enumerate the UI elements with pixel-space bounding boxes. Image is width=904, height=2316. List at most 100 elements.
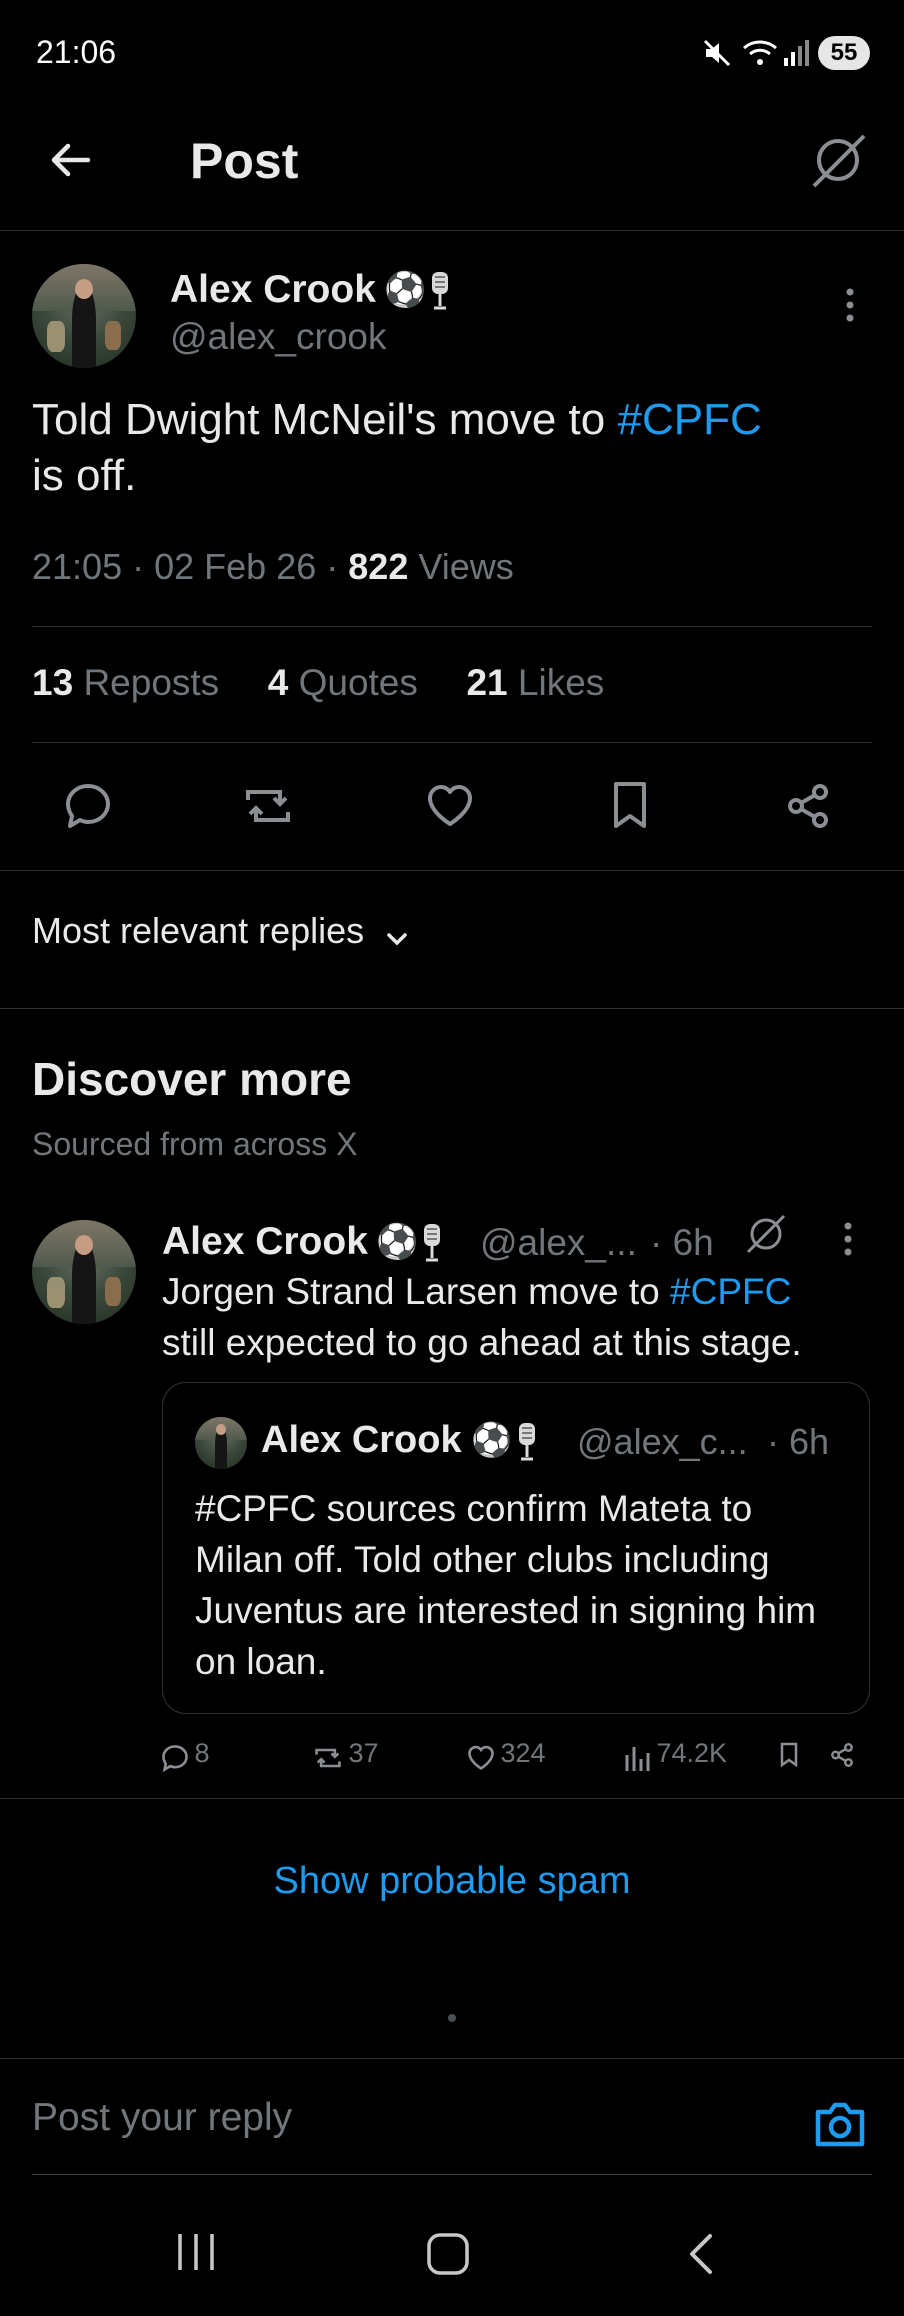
post-time: 21:05 [32, 546, 123, 587]
reply-bookmark-button[interactable] [776, 1740, 802, 1770]
show-spam-button[interactable]: Show probable spam [0, 1860, 904, 1903]
reply-like-button[interactable]: 324 [466, 1738, 546, 1773]
reply-replies-count: 8 [194, 1738, 210, 1768]
repost-icon [312, 1743, 344, 1773]
reposts-label: Reposts [83, 662, 220, 703]
reply-replies-button[interactable]: 8 [160, 1738, 209, 1773]
reply-input[interactable]: Post your reply [32, 2096, 292, 2139]
loading-dot [448, 2014, 456, 2022]
reply-reposts-count: 37 [348, 1738, 379, 1768]
chevron-down-icon [383, 925, 411, 953]
top-app-bar: Post [0, 110, 904, 230]
post-author[interactable]: Alex Crook ⚽ @alex_crook [32, 264, 792, 374]
header-divider [0, 230, 904, 231]
reply-age: · 6h [650, 1222, 714, 1263]
reply-more-button[interactable] [834, 1220, 862, 1260]
avatar[interactable] [32, 264, 136, 368]
show-spam-label: Show probable spam [273, 1860, 631, 1902]
back-arrow-icon [46, 136, 94, 184]
author-name[interactable]: Alex Crook [170, 268, 376, 312]
reposts-stat[interactable]: 13 Reposts [32, 662, 219, 703]
page-title: Post [190, 133, 299, 189]
reply-composer[interactable]: Post your reply [32, 2096, 782, 2156]
reply-views-button[interactable]: 74.2K [624, 1738, 727, 1773]
like-button[interactable] [424, 780, 476, 832]
home-icon [426, 2232, 470, 2276]
repost-button[interactable] [240, 780, 296, 832]
likes-count: 21 [466, 662, 508, 703]
more-vertical-icon [834, 1220, 862, 1260]
reply-hashtag-link[interactable]: #CPFC [670, 1271, 791, 1312]
meta-separator: · [326, 546, 339, 587]
camera-icon [812, 2098, 868, 2150]
composer-top-divider [0, 2058, 904, 2059]
battery-badge: 55 [818, 36, 870, 70]
post-meta: 21:05 · 02 Feb 26 · 822 Views [32, 546, 514, 588]
share-icon [828, 1740, 856, 1770]
microphone-icon [420, 1222, 444, 1264]
meta-divider [32, 626, 872, 627]
post-hashtag-link[interactable]: #CPFC [617, 395, 761, 444]
reply-share-button[interactable] [828, 1740, 856, 1770]
home-button[interactable] [426, 2232, 470, 2276]
share-button[interactable] [782, 780, 834, 832]
quoted-author-name: Alex Crook [261, 1419, 462, 1461]
author-handle[interactable]: @alex_crook [170, 316, 387, 358]
quoted-post-card[interactable]: Alex Crook ⚽ @alex_c... · 6h #CPFC sourc… [162, 1382, 870, 1714]
microphone-icon [515, 1421, 539, 1463]
post-stats: 13 Reposts 4 Quotes 21 Likes [32, 662, 604, 704]
mute-icon [702, 38, 732, 68]
quotes-label: Quotes [298, 662, 418, 703]
reply-author-handle[interactable]: @alex_... [480, 1222, 637, 1264]
status-time: 21:06 [36, 34, 117, 70]
reply-views-count: 74.2K [656, 1738, 728, 1768]
more-vertical-icon [836, 286, 864, 326]
meta-separator: · [132, 546, 145, 587]
quotes-stat[interactable]: 4 Quotes [268, 662, 418, 703]
post-more-button[interactable] [836, 286, 864, 326]
actions-divider [0, 870, 904, 871]
heart-icon [466, 1743, 496, 1773]
discover-title: Discover more [32, 1053, 352, 1105]
reply-grok-button[interactable] [744, 1212, 788, 1256]
recent-apps-button[interactable] [174, 2232, 218, 2272]
reply-text-end: still expected to go ahead at this stage… [162, 1322, 802, 1363]
quoted-age: · 6h [767, 1421, 830, 1462]
post-action-bar [0, 772, 904, 842]
reply-button[interactable] [62, 780, 114, 832]
battery-level: 55 [830, 39, 858, 66]
reply-author-name[interactable]: Alex Crook [162, 1220, 368, 1264]
bookmark-button[interactable] [604, 780, 656, 832]
reply-likes-count: 324 [500, 1738, 546, 1768]
post-text: Told Dwight McNeil's move to #CPFC is of… [32, 392, 872, 504]
views-count: 822 [348, 546, 409, 587]
reply-repost-button[interactable]: 37 [312, 1738, 379, 1773]
repost-icon [240, 780, 296, 832]
grok-button[interactable] [808, 130, 868, 190]
stats-divider [32, 742, 872, 743]
views-label: Views [418, 546, 514, 587]
reply-avatar[interactable] [32, 1220, 136, 1324]
bookmark-icon [604, 780, 656, 832]
views-bar-icon [624, 1743, 652, 1773]
post-text-main: Told Dwight McNeil's move to [32, 395, 618, 444]
likes-stat[interactable]: 21 Likes [466, 662, 604, 703]
system-nav-bar [0, 2190, 904, 2316]
bookmark-icon [776, 1740, 802, 1770]
reply-icon [62, 780, 114, 832]
camera-button[interactable] [812, 2098, 868, 2150]
reply-text-main: Jorgen Strand Larsen move to [162, 1271, 671, 1312]
reply-icon [160, 1743, 190, 1773]
microphone-icon [428, 270, 452, 312]
signal-icon [782, 38, 810, 68]
wifi-icon [742, 38, 778, 68]
back-button[interactable] [46, 136, 94, 184]
post-date: 02 Feb 26 [154, 546, 317, 587]
replies-sort-dropdown[interactable]: Most relevant replies [32, 910, 411, 960]
composer-bottom-divider [32, 2174, 872, 2175]
quotes-count: 4 [267, 662, 289, 703]
heart-icon [424, 780, 476, 832]
system-back-button[interactable] [686, 2232, 716, 2276]
discover-subtitle: Sourced from across X [32, 1126, 358, 1162]
soccer-ball-icon: ⚽ [471, 1421, 513, 1458]
